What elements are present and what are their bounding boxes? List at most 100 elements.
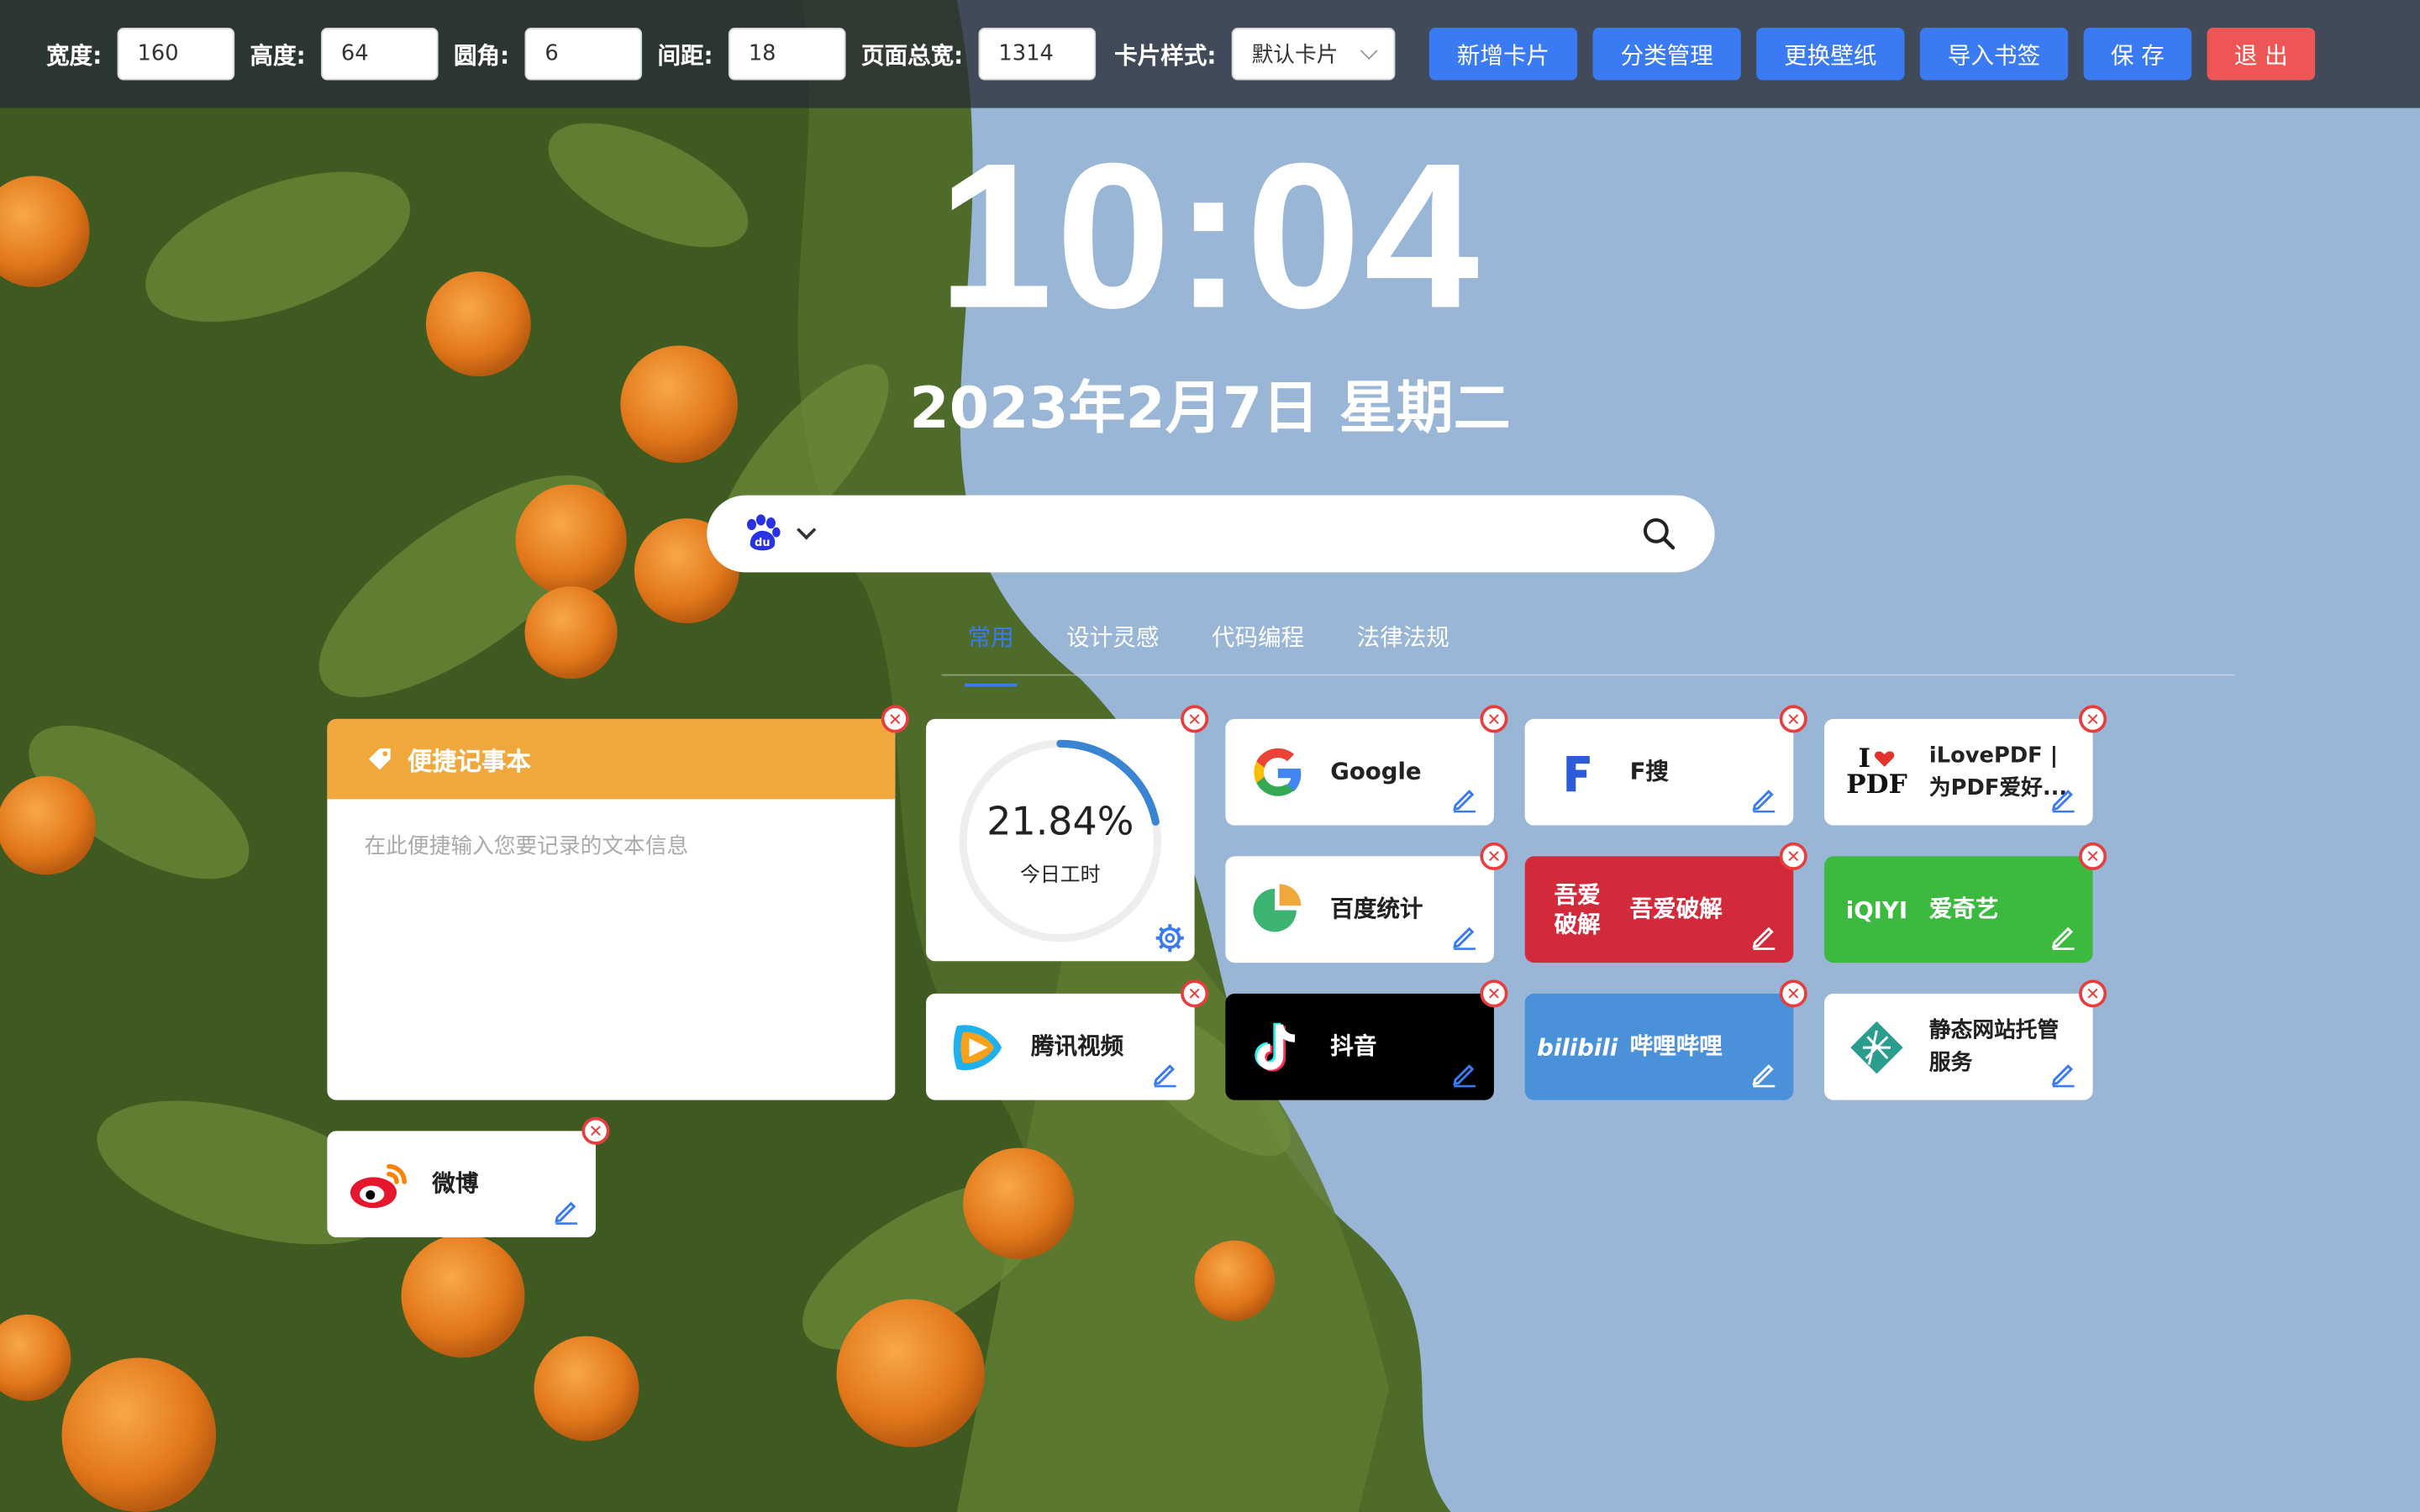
site-name-baidutongji: 百度统计	[1330, 895, 1423, 923]
baidu-logo-text: du	[755, 537, 770, 549]
gap-label: 间距:	[657, 40, 713, 69]
close-icon[interactable]: ✕	[1181, 705, 1209, 733]
page-width-input[interactable]	[978, 28, 1097, 81]
close-icon[interactable]: ✕	[881, 705, 909, 733]
tab-coding[interactable]: 代码编程	[1186, 620, 1331, 686]
width-label: 宽度:	[46, 40, 103, 69]
edit-icon[interactable]	[1750, 922, 1778, 950]
close-icon[interactable]: ✕	[2079, 705, 2107, 733]
clock-date: 2023年2月7日 星期二	[909, 375, 1511, 442]
gear-icon[interactable]	[1155, 922, 1186, 953]
tab-common[interactable]: 常用	[941, 620, 1040, 687]
bilibili-logo-icon: bilibili	[1537, 1016, 1618, 1077]
site-card-google[interactable]: ✕ Google	[1225, 705, 1508, 826]
edit-icon[interactable]	[1151, 1060, 1179, 1088]
site-card-52pojie[interactable]: ✕ 吾爱破解 吾爱破解	[1524, 842, 1807, 963]
bilibili-logo-text: bilibili	[1537, 1032, 1618, 1061]
weibo-logo-icon	[349, 1153, 410, 1215]
edit-icon[interactable]	[1451, 785, 1479, 813]
edit-icon[interactable]	[2049, 1060, 2077, 1088]
heart-icon	[1874, 751, 1895, 767]
site-card-netlify[interactable]: ✕ 静态网站托管服务	[1824, 979, 2107, 1100]
52pojie-logo-icon: 吾爱破解	[1546, 879, 1607, 940]
close-icon[interactable]: ✕	[1480, 705, 1508, 733]
tab-law[interactable]: 法律法规	[1330, 620, 1476, 686]
close-icon[interactable]: ✕	[2079, 842, 2107, 870]
work-progress-card: ✕ 21.84% 今日工时	[926, 705, 1209, 962]
radius-label: 圆角:	[454, 40, 510, 69]
card-style-select[interactable]: 默认卡片	[1231, 28, 1396, 81]
google-logo-icon	[1247, 742, 1308, 803]
tag-icon	[368, 748, 391, 770]
height-label: 高度:	[250, 40, 306, 69]
ilovepdf-logo-icon: I PDF	[1846, 742, 1907, 803]
edit-icon[interactable]	[1750, 785, 1778, 813]
site-name-google: Google	[1330, 758, 1422, 786]
save-button[interactable]: 保 存	[2083, 28, 2192, 81]
ilovepdf-logo-pdf: PDF	[1846, 769, 1907, 801]
edit-icon[interactable]	[1451, 1060, 1479, 1088]
iqiyi-logo-text: iQIYI	[1845, 895, 1908, 924]
edit-icon[interactable]	[1451, 922, 1479, 950]
netlify-logo-icon	[1846, 1016, 1907, 1077]
fsou-logo-icon	[1546, 742, 1607, 803]
site-card-bilibili[interactable]: ✕ bilibili 哔哩哔哩	[1524, 979, 1807, 1100]
edit-icon[interactable]	[2049, 922, 2077, 950]
close-icon[interactable]: ✕	[1181, 979, 1209, 1008]
52pojie-logo-text: 吾爱破解	[1554, 879, 1601, 937]
site-name-fsou: F搜	[1629, 758, 1669, 786]
chevron-down-icon	[797, 520, 817, 540]
close-icon[interactable]: ✕	[1779, 705, 1807, 733]
douyin-logo-icon	[1247, 1016, 1308, 1077]
search-engine-selector[interactable]: du	[744, 514, 817, 554]
site-card-baidutongji[interactable]: ✕ 百度统计	[1225, 842, 1508, 963]
site-name-52pojie: 吾爱破解	[1629, 895, 1723, 923]
import-bookmarks-button[interactable]: 导入书签	[1919, 28, 2069, 81]
category-manage-button[interactable]: 分类管理	[1592, 28, 1741, 81]
edit-icon[interactable]	[553, 1197, 581, 1225]
settings-toolbar: 宽度: 高度: 圆角: 间距: 页面总宽: 卡片样式: 默认卡片 新增卡片 分类…	[0, 0, 2420, 108]
site-card-iqiyi[interactable]: ✕ iQIYI 爱奇艺	[1824, 842, 2107, 963]
exit-button[interactable]: 退 出	[2207, 28, 2316, 81]
close-icon[interactable]: ✕	[1779, 979, 1807, 1008]
site-name-iqiyi: 爱奇艺	[1928, 895, 1999, 923]
tencent-video-logo-icon	[948, 1016, 1009, 1077]
site-card-douyin[interactable]: ✕ 抖音	[1225, 979, 1508, 1100]
notepad-card: ✕ 便捷记事本 在此便捷输入您要记录的文本信息	[327, 705, 909, 1100]
search-bar: du	[707, 495, 1715, 573]
add-card-button[interactable]: 新增卡片	[1428, 28, 1578, 81]
site-card-tencent-video[interactable]: ✕ 腾讯视频	[926, 979, 1209, 1100]
close-icon[interactable]: ✕	[1480, 842, 1508, 870]
search-input[interactable]	[844, 502, 1610, 565]
chevron-down-icon	[1360, 42, 1378, 60]
close-icon[interactable]: ✕	[2079, 979, 2107, 1008]
close-icon[interactable]: ✕	[1779, 842, 1807, 870]
notepad-header: 便捷记事本	[327, 718, 896, 800]
change-wallpaper-button[interactable]: 更换壁纸	[1756, 28, 1905, 81]
ilovepdf-logo-i: I	[1858, 743, 1871, 774]
baidu-paw-icon: du	[746, 514, 781, 551]
notepad-textarea[interactable]: 在此便捷输入您要记录的文本信息	[327, 799, 895, 891]
gap-input[interactable]	[728, 28, 846, 81]
site-card-fsou[interactable]: ✕ F搜	[1524, 705, 1807, 826]
progress-percent: 21.84%	[986, 799, 1134, 844]
clock-time: 10:04	[938, 122, 1482, 352]
site-name-tencent-video: 腾讯视频	[1030, 1032, 1124, 1061]
site-card-weibo[interactable]: ✕ 微博	[327, 1116, 610, 1238]
page-width-label: 页面总宽:	[860, 40, 964, 69]
site-card-ilovepdf[interactable]: ✕ I PDF iLovePDF | 为PDF爱好...	[1824, 705, 2107, 826]
close-icon[interactable]: ✕	[1480, 979, 1508, 1008]
width-input[interactable]	[117, 28, 235, 81]
search-icon[interactable]	[1640, 515, 1677, 552]
height-input[interactable]	[321, 28, 439, 81]
edit-icon[interactable]	[1750, 1060, 1778, 1088]
site-name-bilibili: 哔哩哔哩	[1629, 1032, 1723, 1061]
close-icon[interactable]: ✕	[581, 1116, 610, 1145]
pie-chart-icon	[1247, 879, 1308, 940]
card-style-label: 卡片样式:	[1114, 40, 1217, 69]
iqiyi-logo-icon: iQIYI	[1846, 879, 1907, 940]
tabs-divider	[941, 674, 2235, 676]
radius-input[interactable]	[524, 28, 643, 81]
tab-design[interactable]: 设计灵感	[1040, 620, 1186, 686]
edit-icon[interactable]	[2049, 785, 2077, 813]
